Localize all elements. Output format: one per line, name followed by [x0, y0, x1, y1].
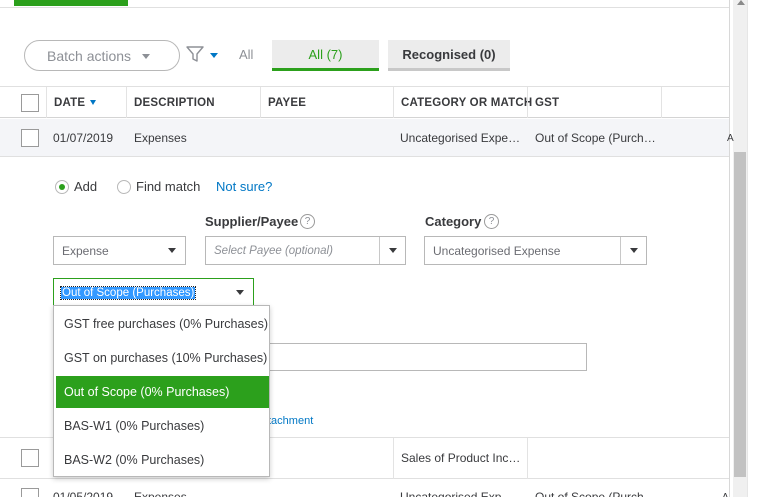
- supplier-help-question-circle-icon[interactable]: ?: [300, 214, 315, 229]
- row-edge-text: A: [722, 491, 729, 497]
- column-header-date-label: DATE: [54, 96, 86, 109]
- row-description: Expenses: [134, 490, 187, 497]
- category-help-question-circle-icon[interactable]: ?: [484, 214, 499, 229]
- supplier-payee-chevron-down-icon: [379, 237, 405, 264]
- column-header-gst[interactable]: GST: [535, 87, 559, 118]
- transaction-type-select[interactable]: Expense: [53, 236, 186, 265]
- row-category: Uncategorised Exp…: [400, 490, 514, 497]
- gst-option[interactable]: GST free purchases (0% Purchases): [56, 308, 269, 340]
- supplier-payee-placeholder: Select Payee (optional): [214, 244, 333, 257]
- transaction-type-chevron-down-icon: [159, 237, 185, 264]
- table-header: DATE DESCRIPTION PAYEE CATEGORY OR MATCH…: [0, 86, 729, 118]
- column-divider: [527, 438, 528, 480]
- tab-recognised[interactable]: Recognised (0): [388, 40, 510, 71]
- select-all-checkbox[interactable]: [21, 94, 39, 112]
- transaction-type-value: Expense: [62, 243, 109, 258]
- sort-descending-icon: [90, 100, 97, 105]
- row-date: 01/05/2019: [53, 490, 114, 497]
- category-chevron-down-icon: [620, 237, 646, 264]
- gst-option[interactable]: BAS-W2 (0% Purchases): [56, 444, 269, 476]
- gst-option-selected[interactable]: Out of Scope (0% Purchases): [56, 376, 269, 408]
- row-gst: Out of Scope (Purch…: [535, 490, 656, 497]
- panel-right-border: [729, 0, 730, 497]
- not-sure-link[interactable]: Not sure?: [216, 179, 272, 194]
- supplier-payee-select[interactable]: Select Payee (optional): [205, 236, 406, 265]
- table-row[interactable]: 01/05/2019 Expenses Uncategorised Exp… O…: [0, 479, 729, 497]
- row-edge-text: A: [727, 132, 734, 144]
- supplier-payee-label: Supplier/Payee: [205, 214, 299, 229]
- add-attachment-link[interactable]: tachment: [268, 415, 313, 427]
- category-value: Uncategorised Expense: [433, 243, 561, 258]
- row-category: Sales of Product Inc…: [401, 451, 521, 465]
- column-header-category[interactable]: CATEGORY OR MATCH: [401, 87, 532, 118]
- row-description: Expenses: [134, 131, 187, 145]
- category-select[interactable]: Uncategorised Expense: [424, 236, 647, 265]
- radio-find-match-label: Find match: [136, 179, 201, 194]
- column-divider: [393, 438, 394, 480]
- scroll-up-arrow-icon[interactable]: [737, 0, 745, 5]
- right-panel-edge: [747, 0, 759, 497]
- gst-option[interactable]: BAS-W1 (0% Purchases): [56, 410, 269, 442]
- batch-actions-button[interactable]: Batch actions: [24, 40, 180, 71]
- tab-all[interactable]: All (7): [272, 40, 379, 71]
- row-gst: Out of Scope (Purch…: [535, 131, 656, 145]
- radio-add[interactable]: [55, 180, 69, 194]
- gst-option[interactable]: GST on purchases (10% Purchases): [56, 342, 269, 374]
- row-checkbox[interactable]: [21, 449, 39, 467]
- column-header-description[interactable]: DESCRIPTION: [134, 87, 215, 118]
- column-divider: [661, 87, 662, 118]
- table-row[interactable]: 01/07/2019 Expenses Uncategorised Expe… …: [0, 119, 734, 157]
- row-category: Uncategorised Expe…: [400, 131, 521, 145]
- memo-input[interactable]: [268, 343, 587, 371]
- column-header-date[interactable]: DATE: [54, 87, 97, 118]
- gst-select[interactable]: Out of Scope (Purchases): [53, 278, 254, 307]
- scrollbar-thumb[interactable]: [734, 152, 746, 477]
- radio-add-label: Add: [74, 179, 98, 194]
- category-label: Category: [425, 214, 482, 229]
- filter-funnel-icon[interactable]: [186, 45, 204, 63]
- batch-actions-chevron-down-icon: [142, 54, 150, 59]
- row-checkbox[interactable]: [21, 488, 39, 497]
- tab-all-label: All (7): [308, 46, 343, 62]
- tab-recognised-label: Recognised (0): [402, 46, 496, 62]
- gst-dropdown-menu[interactable]: GST free purchases (0% Purchases) GST on…: [53, 305, 270, 477]
- column-divider: [46, 87, 47, 118]
- column-divider: [260, 87, 261, 118]
- radio-find-match[interactable]: [117, 180, 131, 194]
- column-header-payee[interactable]: PAYEE: [268, 87, 306, 118]
- column-divider: [126, 87, 127, 118]
- filter-chevron-down-icon[interactable]: [210, 53, 218, 58]
- row-date: 01/07/2019: [53, 131, 114, 145]
- top-divider: [0, 7, 729, 8]
- batch-actions-label: Batch actions: [47, 47, 132, 64]
- gst-chevron-down-icon: [227, 279, 253, 306]
- active-nav-indicator: [14, 0, 128, 6]
- filter-all-label: All: [239, 47, 254, 62]
- column-divider: [393, 87, 394, 118]
- column-divider: [527, 87, 528, 118]
- gst-selected-value: Out of Scope (Purchases): [59, 285, 197, 300]
- row-checkbox[interactable]: [21, 129, 39, 147]
